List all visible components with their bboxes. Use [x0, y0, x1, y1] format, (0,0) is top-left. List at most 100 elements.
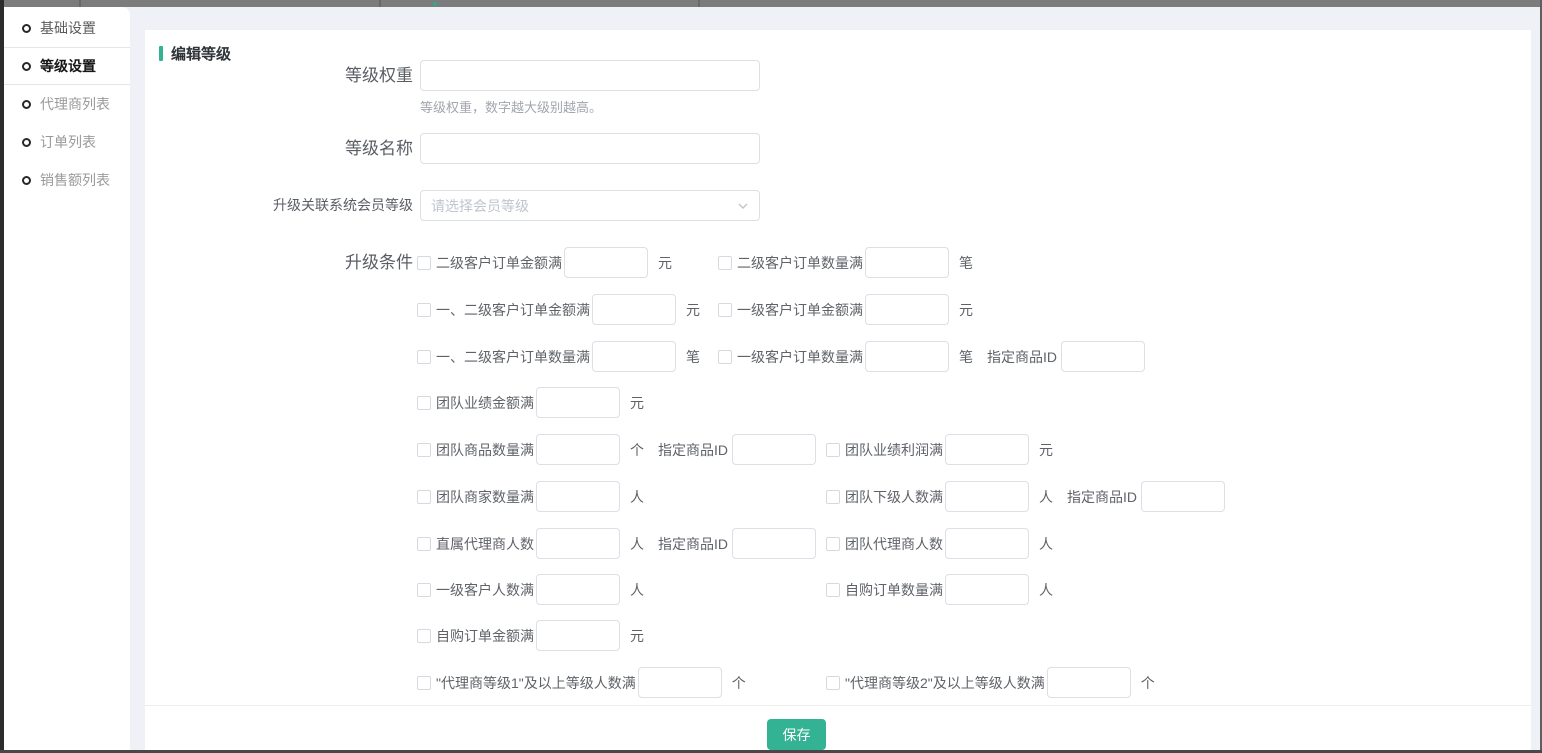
- radio-circle-icon: [22, 24, 31, 33]
- condition-item: 二级客户订单金额满 元: [417, 247, 718, 278]
- condition-checkbox[interactable]: [826, 583, 840, 597]
- product-id-label: 指定商品ID: [658, 534, 728, 554]
- condition-item: 团队商家数量满人: [417, 481, 826, 512]
- save-button[interactable]: 保存: [767, 719, 826, 750]
- condition-checkbox[interactable]: [718, 256, 732, 270]
- condition-value-input[interactable]: [945, 434, 1029, 465]
- condition-checkbox[interactable]: [417, 303, 431, 317]
- condition-value-input[interactable]: [945, 574, 1029, 605]
- condition-checkbox[interactable]: [417, 537, 431, 551]
- condition-value-input[interactable]: [536, 574, 620, 605]
- condition-unit: 元: [658, 253, 672, 273]
- condition-value-input[interactable]: [536, 528, 620, 559]
- condition-checkbox[interactable]: [826, 490, 840, 504]
- condition-value-input[interactable]: [536, 620, 620, 651]
- condition-row: 一级客户人数满人自购订单数量满人: [417, 574, 1053, 605]
- member-level-select-placeholder: 请选择会员等级: [431, 196, 737, 216]
- condition-checkbox[interactable]: [417, 350, 431, 364]
- sidebar-item-basic-settings[interactable]: 基础设置: [4, 9, 130, 47]
- condition-label: 团队业绩金额满: [436, 393, 534, 413]
- footer-divider: [145, 705, 1531, 706]
- product-id-label: 指定商品ID: [1067, 487, 1137, 507]
- page-background: 基础设置等级设置代理商列表订单列表销售额列表 编辑等级 等级权重 等级权重，数字…: [4, 7, 1540, 750]
- condition-row: 一、二级客户订单金额满元一级客户订单金额满元: [417, 294, 973, 325]
- condition-row: 直属代理商人数人指定商品ID团队代理商人数人: [417, 528, 1053, 559]
- condition-value-input[interactable]: [592, 294, 676, 325]
- condition-unit: 个: [732, 673, 746, 693]
- sidebar-item-order-list[interactable]: 订单列表: [4, 123, 130, 161]
- product-id-input[interactable]: [732, 528, 816, 559]
- level-weight-hint: 等级权重，数字越大级别越高。: [420, 97, 602, 116]
- condition-label: 团队商品数量满: [436, 440, 534, 460]
- condition-label: "代理商等级2"及以上等级人数满: [845, 673, 1045, 693]
- browser-tabstrip-edge: [0, 0, 1542, 7]
- edit-level-panel: 编辑等级 等级权重 等级权重，数字越大级别越高。 等级名称 升级关联系统会员等级: [145, 30, 1531, 750]
- condition-label: 二级客户订单金额满: [436, 253, 562, 273]
- condition-unit: 笔: [959, 253, 973, 273]
- condition-checkbox[interactable]: [417, 396, 431, 410]
- condition-unit: 人: [630, 580, 644, 600]
- level-name-input[interactable]: [420, 133, 760, 164]
- condition-value-input[interactable]: [865, 294, 949, 325]
- condition-value-input[interactable]: [536, 481, 620, 512]
- chevron-down-icon: [737, 200, 749, 212]
- condition-checkbox[interactable]: [417, 443, 431, 457]
- condition-item: 团队业绩利润满元: [826, 434, 1053, 465]
- condition-item: 一、二级客户订单金额满元: [417, 294, 718, 325]
- condition-unit: 笔: [686, 347, 700, 367]
- condition-item: 一级客户订单数量满笔指定商品ID: [718, 341, 1145, 372]
- sidebar-item-label: 订单列表: [40, 132, 96, 152]
- condition-unit: 人: [630, 534, 644, 554]
- condition-item: 自购订单金额满元: [417, 620, 644, 651]
- sidebar-item-label: 基础设置: [40, 18, 96, 38]
- condition-value-input[interactable]: [592, 341, 676, 372]
- condition-label: 团队代理商人数: [845, 534, 943, 554]
- condition-item: 团队商品数量满个指定商品ID: [417, 434, 826, 465]
- condition-value-input[interactable]: [865, 341, 949, 372]
- condition-label: 团队业绩利润满: [845, 440, 943, 460]
- level-weight-label: 等级权重: [145, 60, 413, 91]
- condition-value-input[interactable]: [536, 387, 620, 418]
- condition-value-input[interactable]: [945, 528, 1029, 559]
- tab-separator: [79, 0, 81, 7]
- condition-unit: 人: [630, 487, 644, 507]
- condition-row: 团队业绩金额满元: [417, 387, 644, 418]
- condition-item: 一、二级客户订单数量满笔: [417, 341, 718, 372]
- condition-label: 一级客户人数满: [436, 580, 534, 600]
- level-weight-input[interactable]: [420, 60, 760, 91]
- condition-value-input[interactable]: [865, 247, 949, 278]
- product-id-input[interactable]: [1141, 481, 1225, 512]
- member-level-select[interactable]: 请选择会员等级: [420, 190, 760, 221]
- condition-checkbox[interactable]: [826, 676, 840, 690]
- sidebar-item-label: 代理商列表: [40, 94, 110, 114]
- condition-checkbox[interactable]: [417, 490, 431, 504]
- condition-checkbox[interactable]: [417, 629, 431, 643]
- condition-unit: 人: [1039, 580, 1053, 600]
- product-id-label: 指定商品ID: [987, 347, 1057, 367]
- condition-value-input[interactable]: [536, 434, 620, 465]
- condition-unit: 人: [1039, 487, 1053, 507]
- condition-checkbox[interactable]: [417, 583, 431, 597]
- product-id-input[interactable]: [732, 434, 816, 465]
- condition-checkbox[interactable]: [718, 303, 732, 317]
- condition-checkbox[interactable]: [417, 256, 431, 270]
- condition-checkbox[interactable]: [826, 443, 840, 457]
- condition-checkbox[interactable]: [826, 537, 840, 551]
- condition-value-input[interactable]: [638, 667, 722, 698]
- condition-item: 二级客户订单数量满笔: [718, 247, 973, 278]
- tab-separator: [698, 0, 700, 7]
- condition-value-input[interactable]: [945, 481, 1029, 512]
- condition-label: 团队下级人数满: [845, 487, 943, 507]
- sidebar-item-sales-list[interactable]: 销售额列表: [4, 161, 130, 199]
- condition-label: 直属代理商人数: [436, 534, 534, 554]
- condition-checkbox[interactable]: [417, 676, 431, 690]
- linked-member-level-label: 升级关联系统会员等级: [145, 190, 413, 221]
- condition-checkbox[interactable]: [718, 350, 732, 364]
- condition-value-input[interactable]: [564, 247, 648, 278]
- radio-circle-icon: [22, 176, 31, 185]
- sidebar-item-agent-list[interactable]: 代理商列表: [4, 85, 130, 123]
- product-id-input[interactable]: [1061, 341, 1145, 372]
- sidebar-item-level-settings[interactable]: 等级设置: [4, 47, 130, 85]
- condition-value-input[interactable]: [1047, 667, 1131, 698]
- condition-item: 一级客户人数满 人: [417, 574, 826, 605]
